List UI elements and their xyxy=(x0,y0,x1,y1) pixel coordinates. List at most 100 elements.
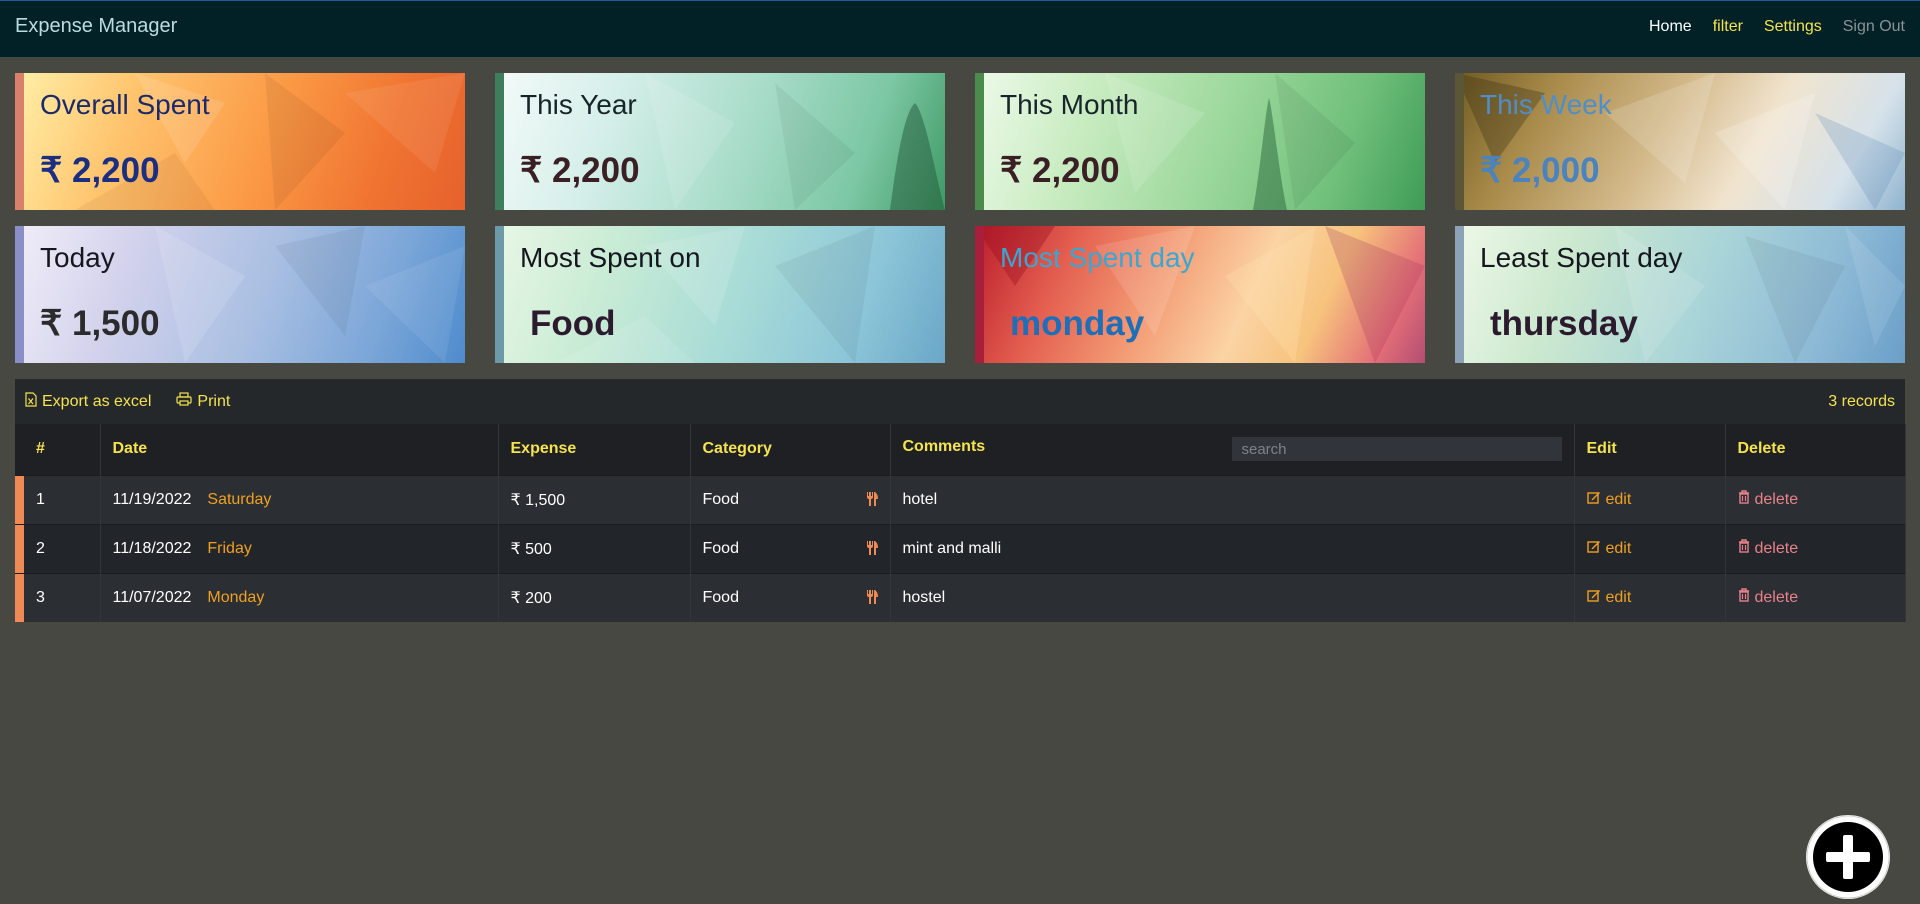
nav-filter-link[interactable]: filter xyxy=(1713,18,1743,36)
card-accent-stripe xyxy=(15,226,24,363)
delete-button[interactable]: delete xyxy=(1738,490,1799,509)
row-accent xyxy=(15,523,24,573)
date-text: 11/07/2022 xyxy=(112,588,192,606)
header-date[interactable]: Date xyxy=(100,424,499,475)
cell-delete: delete xyxy=(1725,572,1906,622)
row-accent xyxy=(15,572,24,622)
cell-category: Food xyxy=(690,572,891,622)
header-comments: Comments xyxy=(890,424,1575,475)
cell-expense: ₹ 500 xyxy=(498,523,691,573)
navbar: Expense Manager Home filter Settings Sig… xyxy=(0,0,1920,57)
card-title: Most Spent on xyxy=(520,242,701,273)
edit-icon xyxy=(1586,490,1601,509)
table-toolbar: Export as excel Print 3 records xyxy=(15,379,1905,424)
nav-signout-link[interactable]: Sign Out xyxy=(1843,18,1905,36)
expense-table-panel: Export as excel Print 3 records # Date E… xyxy=(15,379,1906,622)
header-accent xyxy=(15,424,24,475)
edit-button[interactable]: edit xyxy=(1586,588,1632,607)
table-row[interactable]: 1 11/19/2022 Saturday ₹ 1,500 Food hotel … xyxy=(15,474,1906,524)
cutlery-icon xyxy=(866,540,878,560)
edit-label: edit xyxy=(1605,490,1632,508)
search-input[interactable] xyxy=(1231,437,1562,461)
card-title: Overall Spent xyxy=(40,89,210,120)
card-accent-stripe xyxy=(1455,73,1464,210)
app-title[interactable]: Expense Manager xyxy=(15,15,177,38)
cell-date: 11/18/2022 Friday xyxy=(100,523,499,573)
trash-icon xyxy=(1738,490,1750,509)
cell-date: 11/19/2022 Saturday xyxy=(100,474,499,524)
delete-label: delete xyxy=(1754,539,1799,557)
card-today: Today ₹ 1,500 xyxy=(15,226,465,363)
header-category[interactable]: Category xyxy=(690,424,891,475)
cell-edit: edit xyxy=(1574,523,1726,573)
cell-delete: delete xyxy=(1725,474,1906,524)
delete-label: delete xyxy=(1754,490,1799,508)
day-name: Saturday xyxy=(207,490,272,508)
card-title: Least Spent day xyxy=(1480,242,1683,273)
plus-circle-icon xyxy=(1806,815,1890,899)
category-text: Food xyxy=(702,490,739,508)
card-value: ₹ 2,200 xyxy=(1000,151,1120,190)
card-value: ₹ 2,200 xyxy=(40,151,160,190)
records-count: 3 records xyxy=(1828,392,1895,410)
card-value: monday xyxy=(1010,304,1145,343)
nav-links: Home filter Settings Sign Out xyxy=(1628,18,1905,36)
card-value: ₹ 2,200 xyxy=(520,151,640,190)
header-number[interactable]: # xyxy=(24,424,101,475)
delete-button[interactable]: delete xyxy=(1738,588,1799,607)
edit-button[interactable]: edit xyxy=(1586,539,1631,558)
header-expense[interactable]: Expense xyxy=(498,424,691,475)
card-accent-stripe xyxy=(1455,226,1464,363)
cell-expense: ₹ 1,500 xyxy=(498,474,691,524)
header-edit: Edit xyxy=(1574,424,1726,475)
card-value: Food xyxy=(530,304,616,343)
card-accent-stripe xyxy=(975,226,984,363)
category-text: Food xyxy=(702,588,739,606)
category-text: Food xyxy=(702,539,739,557)
summary-cards: Overall Spent ₹ 2,200 This Year ₹ 2,200 … xyxy=(15,73,1905,363)
card-this-week: This Week ₹ 2,000 xyxy=(1455,73,1905,210)
edit-label: edit xyxy=(1605,588,1632,606)
cell-expense: ₹ 200 xyxy=(498,572,691,622)
expense-table: # Date Expense Category Comments Edit De… xyxy=(15,424,1906,622)
cell-category: Food xyxy=(690,523,891,573)
nav-home-link[interactable]: Home xyxy=(1649,18,1692,36)
edit-button[interactable]: edit xyxy=(1586,490,1632,509)
file-excel-icon xyxy=(25,391,37,412)
card-most-spent-on: Most Spent on Food xyxy=(495,226,945,363)
day-name: Monday xyxy=(207,588,265,606)
header-delete: Delete xyxy=(1725,424,1906,475)
trash-icon xyxy=(1738,588,1750,607)
export-excel-label: Export as excel xyxy=(42,392,152,410)
card-most-spent-day: Most Spent day monday xyxy=(975,226,1425,363)
add-expense-button[interactable] xyxy=(1806,815,1890,899)
day-name: Friday xyxy=(207,539,252,557)
header-comments-label[interactable]: Comments xyxy=(903,438,986,455)
export-excel-button[interactable]: Export as excel xyxy=(25,391,152,412)
cell-number: 2 xyxy=(24,523,101,573)
card-accent-stripe xyxy=(495,73,504,210)
cell-edit: edit xyxy=(1574,474,1726,524)
card-title: Most Spent day xyxy=(1000,242,1195,273)
card-title: This Month xyxy=(1000,89,1139,120)
cell-category: Food xyxy=(690,474,891,524)
cell-delete: delete xyxy=(1725,523,1906,573)
card-this-month: This Month ₹ 2,200 xyxy=(975,73,1425,210)
print-button[interactable]: Print xyxy=(176,392,230,411)
nav-settings-link[interactable]: Settings xyxy=(1764,18,1822,36)
delete-label: delete xyxy=(1754,588,1799,606)
table-row[interactable]: 3 11/07/2022 Monday ₹ 200 Food hostel edi… xyxy=(15,572,1906,622)
cell-edit: edit xyxy=(1574,572,1726,622)
cutlery-icon xyxy=(866,491,878,511)
card-overall-spent: Overall Spent ₹ 2,200 xyxy=(15,73,465,210)
card-accent-stripe xyxy=(975,73,984,210)
cell-number: 1 xyxy=(24,474,101,524)
cell-comment: hotel xyxy=(890,474,1575,524)
cell-comment: mint and malli xyxy=(890,523,1575,573)
print-icon xyxy=(176,392,192,411)
card-least-spent-day: Least Spent day thursday xyxy=(1455,226,1905,363)
card-value: ₹ 2,000 xyxy=(1480,151,1600,190)
table-row[interactable]: 2 11/18/2022 Friday ₹ 500 Food mint and m… xyxy=(15,523,1906,573)
delete-button[interactable]: delete xyxy=(1738,539,1799,558)
trash-icon xyxy=(1738,539,1750,558)
